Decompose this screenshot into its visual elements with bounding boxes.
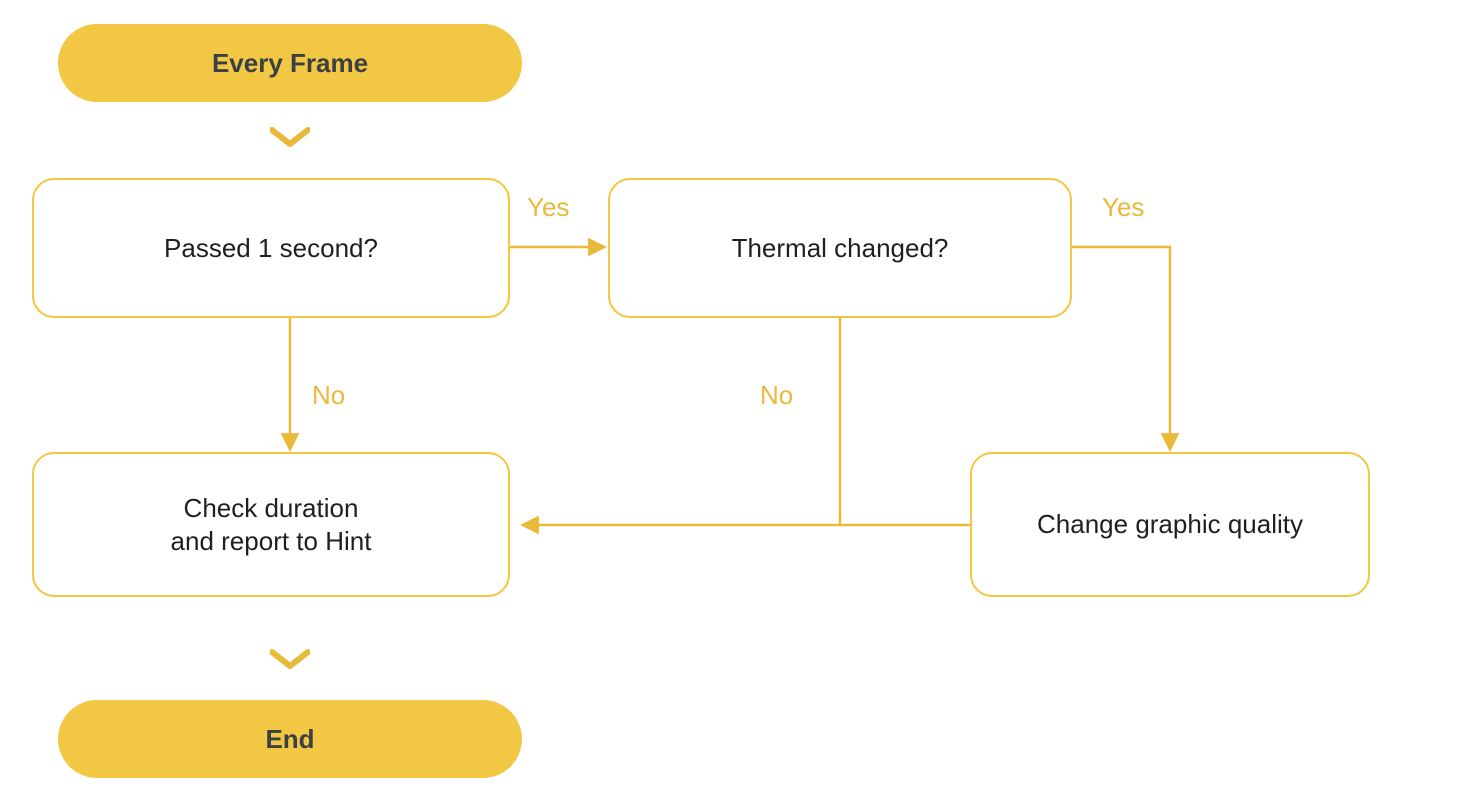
end-label: End [265,723,314,756]
process-change-label: Change graphic quality [1037,508,1303,541]
start-label: Every Frame [212,47,368,80]
edge-label-thermal-no: No [760,380,793,411]
flowchart-canvas: Thermal changed? --> Check duration --> … [0,0,1471,799]
decision-thermal-label: Thermal changed? [732,232,949,265]
connector-layer: Thermal changed? --> Check duration --> … [0,0,1471,799]
chevron-down-icon [270,648,310,672]
chevron-down-icon [270,126,310,150]
end-node: End [58,700,522,778]
edge-thermal-no [522,318,840,525]
edge-label-passed-yes: Yes [527,192,569,223]
process-check-label: Check duration and report to Hint [171,492,372,557]
start-node: Every Frame [58,24,522,102]
edge-label-passed-no: No [312,380,345,411]
edge-thermal-yes [1072,247,1170,450]
process-check-node: Check duration and report to Hint [32,452,510,597]
edge-label-thermal-yes: Yes [1102,192,1144,223]
decision-thermal-node: Thermal changed? [608,178,1072,318]
decision-passed-node: Passed 1 second? [32,178,510,318]
decision-passed-label: Passed 1 second? [164,232,378,265]
process-change-node: Change graphic quality [970,452,1370,597]
